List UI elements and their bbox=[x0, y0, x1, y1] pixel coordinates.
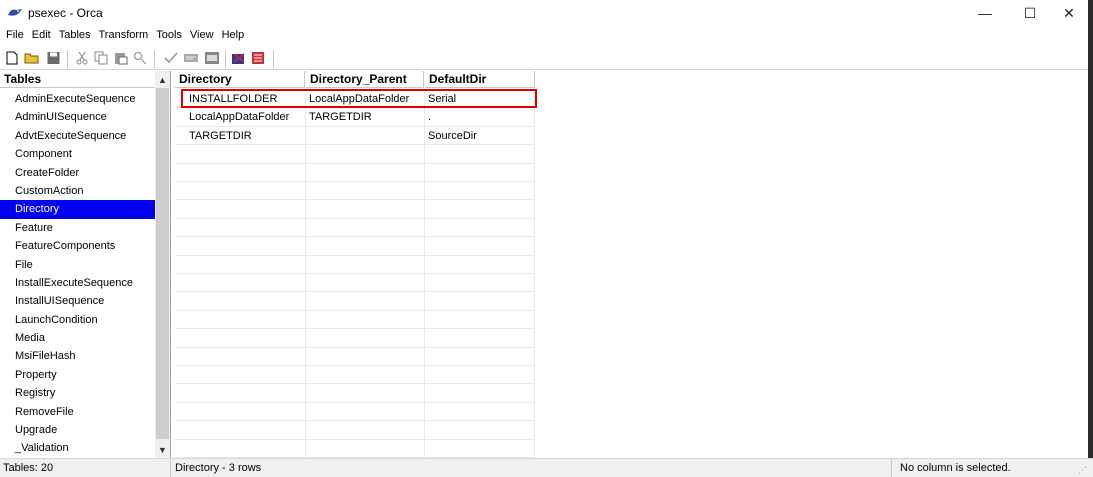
empty-row bbox=[175, 402, 535, 422]
menu-file[interactable]: File bbox=[6, 26, 24, 44]
new-file-icon[interactable] bbox=[6, 50, 18, 66]
table-item-directory[interactable]: Directory bbox=[0, 200, 155, 219]
empty-row bbox=[175, 310, 535, 330]
empty-row bbox=[175, 237, 535, 256]
tables-list: AdminExecuteSequence AdminUISequence Adv… bbox=[0, 90, 155, 458]
empty-row bbox=[175, 384, 535, 403]
open-folder-icon[interactable] bbox=[24, 50, 40, 66]
empty-row bbox=[175, 292, 535, 311]
patch-icon[interactable] bbox=[250, 50, 266, 66]
cell-directory-parent[interactable]: TARGETDIR bbox=[306, 108, 425, 127]
minimize-button[interactable]: — bbox=[967, 0, 1003, 26]
orca-app-icon bbox=[8, 9, 22, 16]
table-item-property[interactable]: Property bbox=[0, 366, 155, 384]
tables-header: Tables bbox=[0, 71, 155, 88]
cell-directory-parent[interactable] bbox=[306, 126, 425, 145]
resize-grip-icon[interactable]: ⋰ bbox=[1078, 465, 1087, 476]
table-item-removefile[interactable]: RemoveFile bbox=[0, 403, 155, 421]
cut-icon[interactable] bbox=[76, 50, 88, 66]
table-grid: Directory Directory_Parent DefaultDir IN… bbox=[175, 71, 1093, 458]
menu-tools[interactable]: Tools bbox=[156, 26, 182, 44]
table-item-createfolder[interactable]: CreateFolder bbox=[0, 164, 155, 182]
table-item-media[interactable]: Media bbox=[0, 329, 155, 347]
column-header-directory-parent[interactable]: Directory_Parent bbox=[306, 71, 424, 88]
empty-row bbox=[175, 163, 535, 182]
table-item-adminuisequence[interactable]: AdminUISequence bbox=[0, 108, 155, 126]
close-button[interactable]: ✕ bbox=[1051, 0, 1087, 26]
empty-row bbox=[175, 347, 535, 366]
column-header-defaultdir[interactable]: DefaultDir bbox=[425, 71, 535, 88]
menu-tables[interactable]: Tables bbox=[59, 26, 91, 44]
highlight-annotation-box bbox=[181, 89, 537, 108]
table-item-featurecomponents[interactable]: FeatureComponents bbox=[0, 237, 155, 255]
empty-row bbox=[175, 421, 535, 440]
tables-scrollbar[interactable]: ▲ ▼ bbox=[155, 71, 170, 458]
table-row[interactable]: LocalAppDataFolder TARGETDIR . bbox=[175, 108, 535, 127]
tables-pane: Tables AdminExecuteSequence AdminUISeque… bbox=[0, 71, 171, 458]
table-item-validation[interactable]: _Validation bbox=[0, 439, 155, 457]
merge-module-icon[interactable] bbox=[204, 50, 220, 66]
empty-row bbox=[175, 145, 535, 164]
table-item-msifilehash[interactable]: MsiFileHash bbox=[0, 347, 155, 365]
menu-help[interactable]: Help bbox=[222, 26, 245, 44]
menu-edit[interactable]: Edit bbox=[32, 26, 51, 44]
empty-row bbox=[175, 255, 535, 274]
table-item-launchcondition[interactable]: LaunchCondition bbox=[0, 311, 155, 329]
table-item-advtexecutesequence[interactable]: AdvtExecuteSequence bbox=[0, 127, 155, 145]
status-bar: Tables: 20 Directory - 3 rows No column … bbox=[0, 458, 1093, 477]
paste-icon[interactable] bbox=[114, 50, 128, 66]
table-item-upgrade[interactable]: Upgrade bbox=[0, 421, 155, 439]
maximize-button[interactable]: ☐ bbox=[1012, 0, 1048, 26]
table-item-file[interactable]: File bbox=[0, 256, 155, 274]
summary-info-icon[interactable] bbox=[183, 50, 199, 66]
title-bar: psexec - Orca — ☐ ✕ bbox=[0, 0, 1093, 26]
empty-row bbox=[175, 439, 535, 458]
table-item-adminexecutesequence[interactable]: AdminExecuteSequence bbox=[0, 90, 155, 108]
table-item-installexecutesequence[interactable]: InstallExecuteSequence bbox=[0, 274, 155, 292]
empty-row bbox=[175, 200, 535, 219]
table-row[interactable]: TARGETDIR SourceDir bbox=[175, 126, 535, 146]
cell-defaultdir[interactable]: SourceDir bbox=[425, 126, 535, 145]
menu-view[interactable]: View bbox=[190, 26, 214, 44]
window-edge bbox=[1088, 0, 1093, 477]
empty-row bbox=[175, 366, 535, 385]
empty-row bbox=[175, 218, 535, 238]
cell-directory[interactable]: TARGETDIR bbox=[175, 126, 306, 145]
scrollbar-thumb[interactable] bbox=[156, 88, 169, 439]
empty-row bbox=[175, 274, 535, 293]
cell-directory[interactable]: LocalAppDataFolder bbox=[175, 108, 306, 127]
find-icon[interactable] bbox=[133, 50, 147, 66]
menu-transform[interactable]: Transform bbox=[99, 26, 149, 44]
table-item-feature[interactable]: Feature bbox=[0, 219, 155, 237]
table-item-component[interactable]: Component bbox=[0, 145, 155, 163]
status-tables-count: Tables: 20 bbox=[0, 459, 171, 477]
scroll-down-icon[interactable]: ▼ bbox=[155, 441, 170, 458]
table-item-customaction[interactable]: CustomAction bbox=[0, 182, 155, 200]
copy-icon[interactable] bbox=[94, 50, 108, 66]
cell-defaultdir[interactable]: . bbox=[425, 108, 535, 127]
empty-row bbox=[175, 182, 535, 201]
empty-row bbox=[175, 329, 535, 348]
status-column-info: No column is selected. bbox=[900, 462, 1011, 474]
scroll-up-icon[interactable]: ▲ bbox=[155, 71, 170, 88]
table-item-installuisequence[interactable]: InstallUISequence bbox=[0, 292, 155, 310]
save-icon[interactable] bbox=[47, 50, 60, 66]
table-item-registry[interactable]: Registry bbox=[0, 384, 155, 402]
window-title: psexec - Orca bbox=[28, 6, 103, 20]
column-header-directory[interactable]: Directory bbox=[175, 71, 305, 88]
status-row-info: Directory - 3 rows bbox=[172, 459, 892, 477]
toolbar bbox=[0, 46, 1093, 70]
validate-icon[interactable] bbox=[163, 50, 179, 66]
menu-bar: File Edit Tables Transform Tools View He… bbox=[0, 26, 252, 44]
transform-icon[interactable] bbox=[231, 50, 247, 66]
